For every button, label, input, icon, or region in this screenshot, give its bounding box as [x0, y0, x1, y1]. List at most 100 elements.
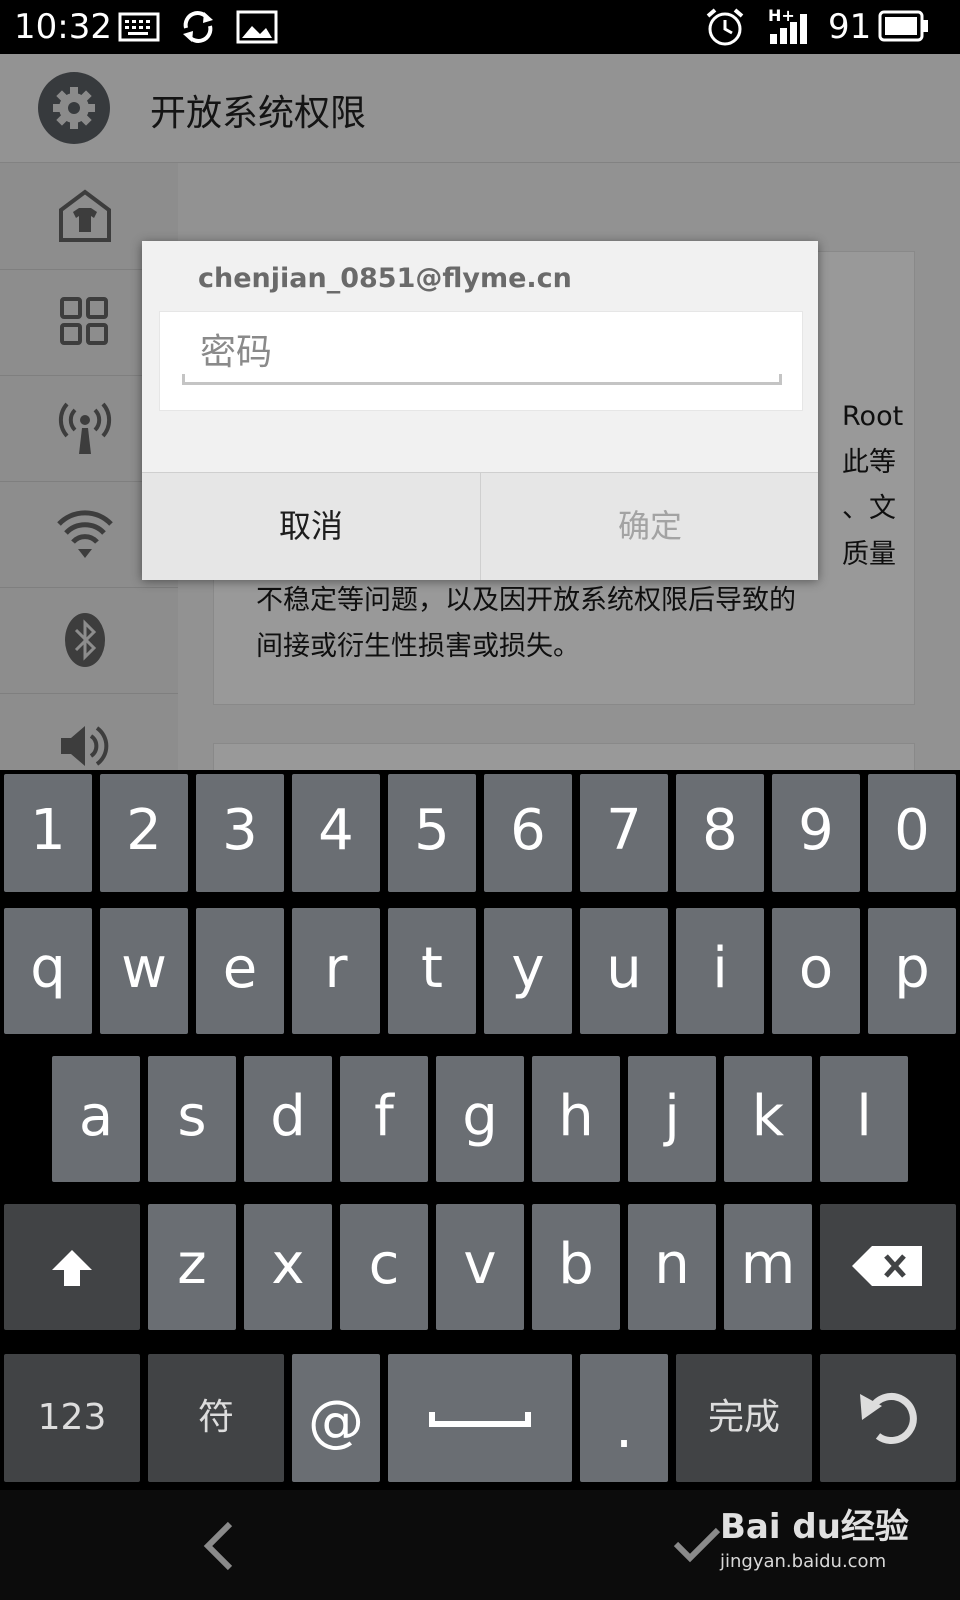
key-label: r [324, 936, 348, 1001]
key-s[interactable]: s [148, 1056, 236, 1182]
key-w[interactable]: w [100, 908, 188, 1034]
key-label: f [374, 1084, 394, 1149]
key-label: 0 [894, 798, 930, 863]
key-m[interactable]: m [724, 1204, 812, 1330]
key-label: 6 [510, 798, 546, 863]
key-c[interactable]: c [340, 1204, 428, 1330]
key-4[interactable]: 4 [292, 774, 380, 892]
confirm-button[interactable]: 确定 [480, 473, 819, 580]
key-x[interactable]: x [244, 1204, 332, 1330]
status-bar: 10:32 H+ 91 [0, 0, 960, 54]
key-label: s [177, 1084, 207, 1149]
shift-key[interactable] [4, 1204, 140, 1330]
done-key[interactable]: 完成 [676, 1354, 812, 1482]
key-label: x [271, 1232, 305, 1297]
key-label: 符 [197, 1397, 234, 1438]
key-label: 2 [126, 798, 162, 863]
shift-icon [52, 1250, 92, 1286]
key-label: @ [308, 1389, 364, 1454]
key-label: n [654, 1232, 690, 1297]
key-label: i [712, 936, 728, 1001]
cancel-button[interactable]: 取消 [142, 473, 480, 580]
baidu-watermark: Bai du经验 jingyan.baidu.com [720, 1499, 920, 1581]
key-label: z [177, 1232, 207, 1297]
key-b[interactable]: b [532, 1204, 620, 1330]
key-k[interactable]: k [724, 1056, 812, 1182]
key-p[interactable]: p [868, 908, 956, 1034]
key-label: . [615, 1396, 633, 1461]
key-7[interactable]: 7 [580, 774, 668, 892]
key-label: h [558, 1084, 594, 1149]
undo-key[interactable] [820, 1354, 956, 1482]
key-t[interactable]: t [388, 908, 476, 1034]
key-5[interactable]: 5 [388, 774, 476, 892]
key-q[interactable]: q [4, 908, 92, 1034]
key-d[interactable]: d [244, 1056, 332, 1182]
numeric-mode-key[interactable]: 123 [4, 1354, 140, 1482]
key-o[interactable]: o [772, 908, 860, 1034]
key-h[interactable]: h [532, 1056, 620, 1182]
key-label: a [78, 1084, 114, 1149]
key-0[interactable]: 0 [868, 774, 956, 892]
key-9[interactable]: 9 [772, 774, 860, 892]
password-underline [182, 374, 782, 385]
key-e[interactable]: e [196, 908, 284, 1034]
key-3[interactable]: 3 [196, 774, 284, 892]
space-key[interactable] [388, 1354, 572, 1482]
backspace-key[interactable] [820, 1204, 956, 1330]
key-label: 3 [222, 798, 258, 863]
key-label: y [511, 936, 545, 1001]
key-j[interactable]: j [628, 1056, 716, 1182]
space-icon [429, 1412, 531, 1427]
soft-keyboard: 1234567890 qwertyuiop asdfghjkl zxcvbnm … [0, 770, 960, 1490]
key-label: v [463, 1232, 497, 1297]
key-label: e [222, 936, 258, 1001]
password-dialog: chenjian_0851@flyme.cn 取消 确定 [142, 241, 819, 580]
key-y[interactable]: y [484, 908, 572, 1034]
key-label: b [558, 1232, 594, 1297]
key-label: u [606, 936, 642, 1001]
key-r[interactable]: r [292, 908, 380, 1034]
key-label: l [856, 1084, 872, 1149]
back-icon[interactable] [198, 1520, 238, 1572]
key-a[interactable]: a [52, 1056, 140, 1182]
key-label: q [30, 936, 66, 1001]
key-label: g [462, 1084, 498, 1149]
key-label: t [421, 936, 443, 1001]
key-6[interactable]: 6 [484, 774, 572, 892]
key-label: 4 [318, 798, 354, 863]
status-time: 10:32 [14, 7, 112, 47]
password-input[interactable] [182, 326, 778, 378]
key-g[interactable]: g [436, 1056, 524, 1182]
key-i[interactable]: i [676, 908, 764, 1034]
at-key[interactable]: @ [292, 1354, 380, 1482]
key-label: p [894, 936, 930, 1001]
key-label: 9 [798, 798, 834, 863]
image-icon [236, 10, 278, 44]
signal-icon [770, 14, 807, 44]
password-field-box [159, 311, 803, 411]
key-u[interactable]: u [580, 908, 668, 1034]
key-f[interactable]: f [340, 1056, 428, 1182]
key-2[interactable]: 2 [100, 774, 188, 892]
key-label: j [664, 1084, 680, 1149]
key-n[interactable]: n [628, 1204, 716, 1330]
key-label: 5 [414, 798, 450, 863]
key-1[interactable]: 1 [4, 774, 92, 892]
key-label: 8 [702, 798, 738, 863]
key-l[interactable]: l [820, 1056, 908, 1182]
key-label: k [751, 1084, 785, 1149]
check-icon[interactable] [672, 1524, 722, 1564]
key-label: w [121, 936, 167, 1001]
key-z[interactable]: z [148, 1204, 236, 1330]
key-label: m [740, 1232, 796, 1297]
symbols-key[interactable]: 符 [148, 1354, 284, 1482]
key-v[interactable]: v [436, 1204, 524, 1330]
watermark-url: jingyan.baidu.com [720, 1551, 887, 1572]
key-label: 7 [606, 798, 642, 863]
battery-icon [878, 10, 928, 42]
baidu-logo: Bai du经验 [720, 1507, 909, 1547]
key-label: c [368, 1232, 400, 1297]
key-8[interactable]: 8 [676, 774, 764, 892]
period-key[interactable]: . [580, 1354, 668, 1482]
